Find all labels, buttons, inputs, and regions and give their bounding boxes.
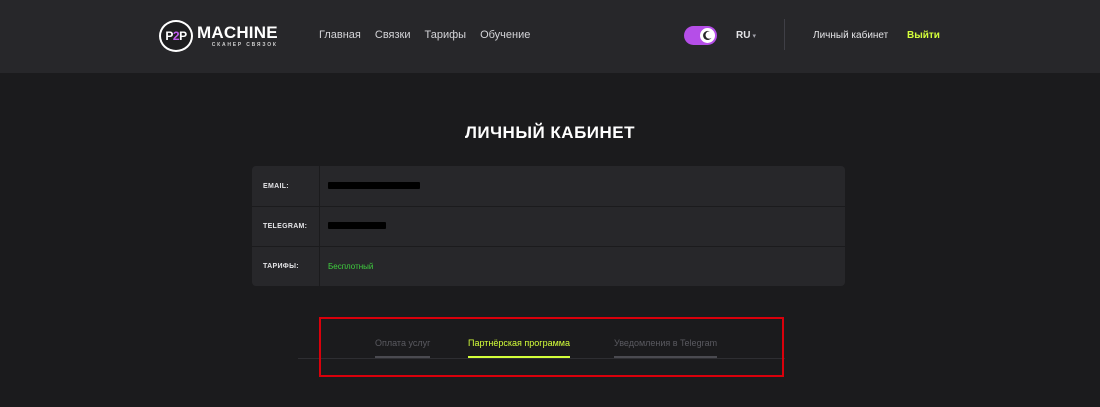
tariff-value: Бесплотный bbox=[328, 262, 374, 271]
info-row-email: EMAIL: bbox=[252, 166, 845, 206]
info-label: TELEGRAM: bbox=[252, 207, 320, 246]
nav-link-home[interactable]: Главная bbox=[319, 29, 361, 41]
info-label: ТАРИФЫ: bbox=[252, 247, 320, 286]
language-select[interactable]: RU ▾ bbox=[736, 30, 756, 41]
main-nav: Главная Связки Тарифы Обучение bbox=[319, 29, 530, 41]
theme-toggle[interactable] bbox=[684, 26, 717, 45]
nav-link-tariffs[interactable]: Тарифы bbox=[425, 29, 467, 41]
logout-link[interactable]: Выйти bbox=[907, 30, 940, 41]
logo[interactable]: P2P MACHINE СКАНЕР СВЯЗОК bbox=[159, 20, 278, 52]
nav-link-learning[interactable]: Обучение bbox=[480, 29, 530, 41]
info-label: EMAIL: bbox=[252, 166, 320, 206]
info-row-telegram: TELEGRAM: bbox=[252, 206, 845, 246]
language-value: RU bbox=[736, 30, 751, 41]
chevron-down-icon: ▾ bbox=[752, 32, 756, 40]
logo-subtitle: СКАНЕР СВЯЗОК bbox=[211, 42, 278, 48]
account-info-table: EMAIL: TELEGRAM: ТАРИФЫ: Бесплотный bbox=[252, 166, 845, 286]
info-row-tariff: ТАРИФЫ: Бесплотный bbox=[252, 246, 845, 286]
telegram-value bbox=[320, 222, 386, 231]
redacted-email bbox=[328, 181, 420, 189]
top-header: P2P MACHINE СКАНЕР СВЯЗОК Главная Связки… bbox=[0, 0, 1100, 73]
redacted-telegram bbox=[328, 222, 386, 229]
logo-badge: P2P bbox=[159, 20, 193, 52]
email-value bbox=[320, 181, 420, 191]
highlight-box bbox=[319, 317, 784, 377]
nav-link-bundles[interactable]: Связки bbox=[375, 29, 411, 41]
header-divider bbox=[784, 19, 785, 50]
page-title: ЛИЧНЫЙ КАБИНЕТ bbox=[464, 123, 636, 142]
logo-name: MACHINE bbox=[197, 23, 278, 42]
moon-icon bbox=[700, 28, 715, 43]
cabinet-link[interactable]: Личный кабинет bbox=[813, 30, 888, 41]
